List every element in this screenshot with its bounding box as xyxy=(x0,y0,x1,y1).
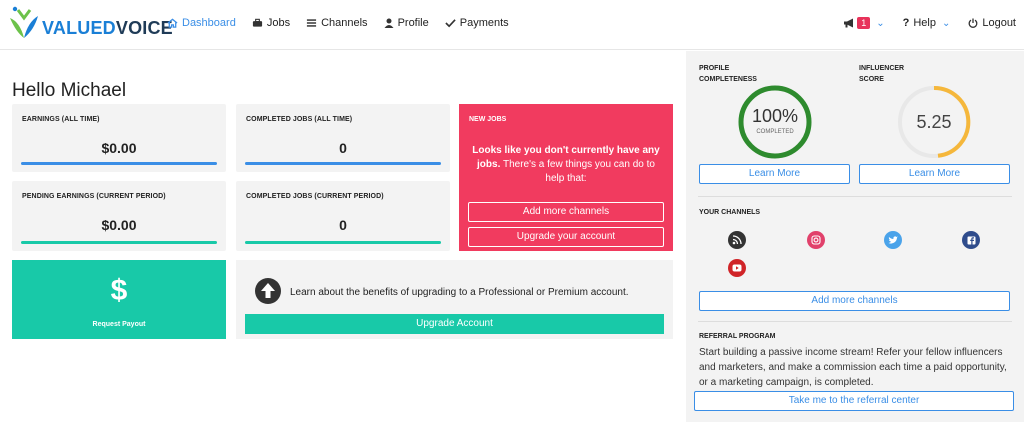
upgrade-description: Learn about the benefits of upgrading to… xyxy=(290,287,629,298)
influencer-score-title: INFLUENCER SCORE xyxy=(859,63,904,85)
title-line: INFLUENCER xyxy=(859,65,905,72)
power-icon xyxy=(968,18,978,28)
nav-profile-label: Profile xyxy=(397,17,429,29)
rss-icon[interactable] xyxy=(728,231,746,249)
earnings-all-time-card: EARNINGS (ALL TIME) $0.00 xyxy=(12,104,226,172)
card-accent-bar xyxy=(21,162,217,165)
new-jobs-panel: NEW JOBS Looks like you don't currently … xyxy=(459,104,673,251)
card-accent-bar xyxy=(245,162,441,165)
check-icon xyxy=(445,19,456,28)
user-icon xyxy=(384,18,394,28)
gauge-value: 5.25 xyxy=(916,112,952,132)
megaphone-icon xyxy=(844,18,854,28)
valuedvoice-logo[interactable]: VALUEDVOICE xyxy=(6,4,173,44)
completed-jobs-current-card: COMPLETED JOBS (CURRENT PERIOD) 0 xyxy=(236,181,450,251)
profile-completeness-gauge: 100% COMPLETED xyxy=(737,84,813,160)
dollar-icon: $ xyxy=(110,274,128,307)
chevron-down-icon: ⌄ xyxy=(941,17,951,29)
card-title: PENDING EARNINGS (CURRENT PERIOD) xyxy=(22,193,166,200)
new-jobs-title: NEW JOBS xyxy=(469,116,507,123)
title-line: PROFILE xyxy=(699,65,730,72)
pending-earnings-card: PENDING EARNINGS (CURRENT PERIOD) $0.00 xyxy=(12,181,226,251)
sidebar-add-channels-button[interactable]: Add more channels xyxy=(699,291,1010,311)
card-value: 0 xyxy=(339,217,347,233)
twitter-icon[interactable] xyxy=(884,231,902,249)
score-learn-more-button[interactable]: Learn More xyxy=(859,164,1010,184)
referral-center-button[interactable]: Take me to the referral center xyxy=(694,391,1014,411)
user-nav: 1 ⌄ ? Help ⌄ Logout xyxy=(825,17,1016,29)
new-jobs-message: Looks like you don't currently have any … xyxy=(469,144,663,186)
request-payout-tile[interactable]: $ Request Payout xyxy=(12,260,226,339)
help-menu[interactable]: ? Help ⌄ xyxy=(903,17,951,29)
profile-completeness-title: PROFILE COMPLETENESS xyxy=(699,63,757,85)
home-icon xyxy=(167,18,178,28)
main-nav: Dashboard Jobs Channels Profile Payments xyxy=(167,17,525,29)
upgrade-account-button[interactable]: Upgrade your account xyxy=(468,227,664,247)
right-sidebar: PROFILE COMPLETENESS 100% COMPLETED Lear… xyxy=(686,51,1024,422)
gauge-caption: COMPLETED xyxy=(756,129,794,135)
card-title: EARNINGS (ALL TIME) xyxy=(22,116,100,123)
upgrade-panel: Learn about the benefits of upgrading to… xyxy=(236,260,673,339)
card-value: 0 xyxy=(339,140,347,156)
logo-mark-icon xyxy=(10,6,38,38)
logout-label: Logout xyxy=(982,17,1016,29)
nav-jobs[interactable]: Jobs xyxy=(252,17,290,29)
instagram-icon[interactable] xyxy=(807,231,825,249)
nav-payments-label: Payments xyxy=(459,17,509,29)
notification-count-badge: 1 xyxy=(857,17,871,29)
card-title: COMPLETED JOBS (CURRENT PERIOD) xyxy=(246,193,384,200)
youtube-icon[interactable] xyxy=(728,259,746,277)
question-icon: ? xyxy=(902,17,910,29)
add-channels-button[interactable]: Add more channels xyxy=(468,202,664,222)
notifications-button[interactable]: 1 ⌄ xyxy=(843,17,885,29)
nav-channels-label: Channels xyxy=(321,17,368,29)
referral-description: Start building a passive income stream! … xyxy=(699,347,1007,388)
completed-jobs-all-time-card: COMPLETED JOBS (ALL TIME) 0 xyxy=(236,104,450,172)
nav-dashboard-label: Dashboard xyxy=(182,17,236,29)
upgrade-account-cta[interactable]: Upgrade Account xyxy=(245,314,664,334)
arrow-up-circle-icon xyxy=(255,278,281,304)
page-title: Hello Michael xyxy=(12,80,127,101)
dashboard-main: Hello Michael EARNINGS (ALL TIME) $0.00 … xyxy=(0,51,686,422)
top-navbar: VALUEDVOICE Dashboard Jobs Channels Prof… xyxy=(0,0,1024,50)
referral-program-title: REFERRAL PROGRAM xyxy=(699,333,776,340)
gauge-value: 100% xyxy=(751,106,799,126)
facebook-icon[interactable] xyxy=(962,231,980,249)
nav-dashboard[interactable]: Dashboard xyxy=(167,17,236,29)
your-channels-title: YOUR CHANNELS xyxy=(699,209,761,216)
card-value: $0.00 xyxy=(101,217,137,233)
chevron-down-icon: ⌄ xyxy=(876,17,885,29)
nav-profile[interactable]: Profile xyxy=(384,17,429,29)
nav-jobs-label: Jobs xyxy=(266,17,291,29)
nav-payments[interactable]: Payments xyxy=(445,17,509,29)
help-label: Help xyxy=(913,17,936,29)
card-accent-bar xyxy=(21,241,217,244)
divider xyxy=(698,321,1012,322)
profile-learn-more-button[interactable]: Learn More xyxy=(699,164,850,184)
card-value: $0.00 xyxy=(101,140,137,156)
briefcase-icon xyxy=(252,18,262,27)
divider xyxy=(698,196,1012,197)
list-icon xyxy=(306,19,317,27)
brand-name: VALUEDVOICE xyxy=(42,18,173,38)
logout-button[interactable]: Logout xyxy=(968,17,1016,29)
nav-channels[interactable]: Channels xyxy=(306,17,368,29)
request-payout-label: Request Payout xyxy=(92,321,146,328)
influencer-score-gauge: 5.25 xyxy=(896,84,972,160)
card-title: COMPLETED JOBS (ALL TIME) xyxy=(246,116,353,123)
new-jobs-message-rest: There's a few things you can do to help … xyxy=(500,159,655,184)
card-accent-bar xyxy=(245,241,441,244)
